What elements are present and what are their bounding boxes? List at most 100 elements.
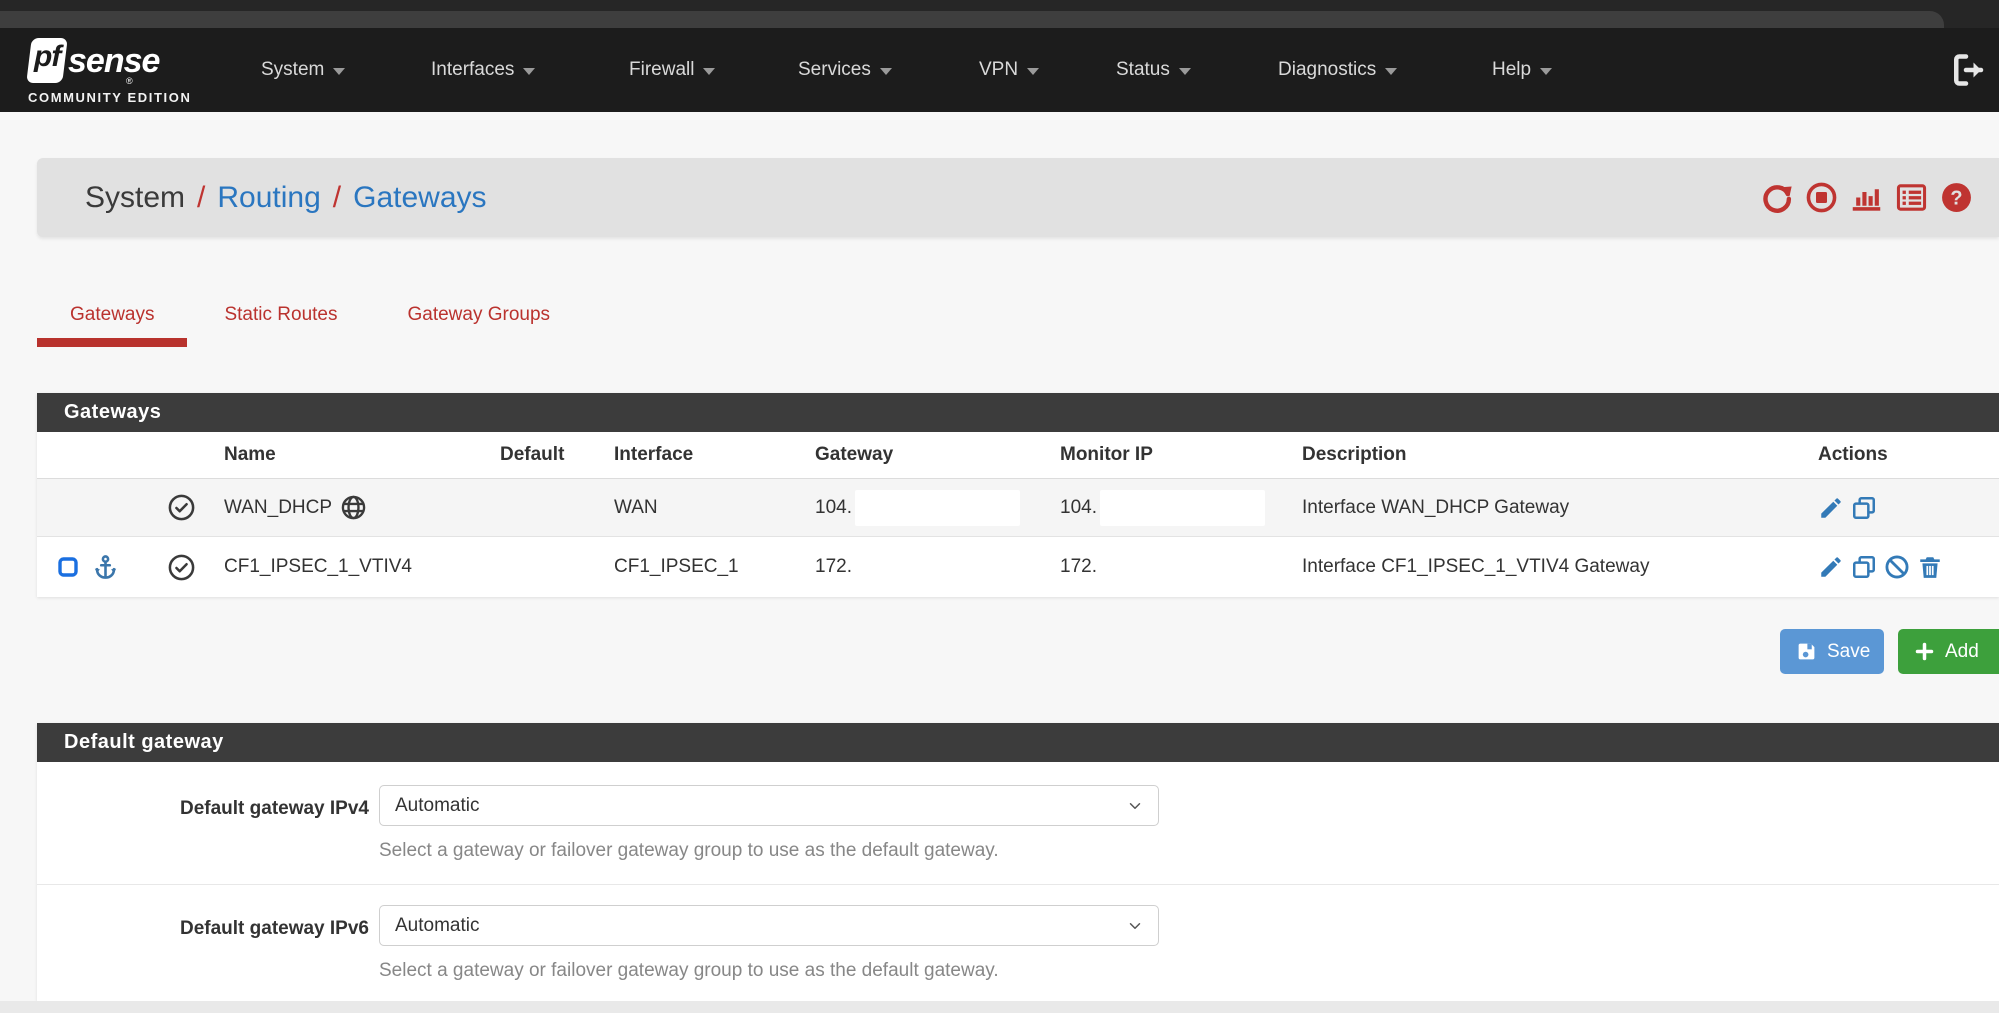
chevron-down-icon [880,68,892,75]
gateway-default [480,479,600,536]
pfsense-logo-reg: ® [126,76,133,86]
chevron-down-icon [1179,68,1191,75]
nav-menu-status[interactable]: Status [1116,28,1191,112]
nav-menu-status-label: Status [1116,59,1170,81]
redaction-box [855,490,1020,526]
breadcrumb: System / Routing / Gateways [85,158,487,237]
routing-tabs: Gateways Static Routes Gateway Groups [37,295,583,347]
save-button-label: Save [1827,641,1870,663]
select-checkbox-icon[interactable] [56,555,80,579]
nav-menu-interfaces-label: Interfaces [431,59,514,81]
window-chrome-strip [0,11,1944,28]
gateway-enabled-icon [167,553,196,582]
nav-menu-interfaces[interactable]: Interfaces [431,28,535,112]
stop-icon[interactable] [1805,181,1838,214]
gateways-panel-title: Gateways [37,393,1999,432]
gateway-address: 104. [815,497,852,519]
bottom-strip [0,1001,1999,1013]
disable-icon[interactable] [1884,554,1910,580]
col-default: Default [480,432,600,478]
default-gateway-ipv6-select[interactable]: Automatic [379,905,1159,946]
nav-menu-help-label: Help [1492,59,1531,81]
gateways-table-header: Name Default Interface Gateway Monitor I… [37,432,1999,479]
sign-out-icon[interactable] [1951,52,1987,88]
chevron-down-icon [703,68,715,75]
redaction-box [1100,490,1265,526]
table-buttons-row: Save Add [0,629,1999,674]
default-gateway-ipv6-label: Default gateway IPv6 [97,918,369,940]
delete-icon[interactable] [1917,554,1943,580]
save-button[interactable]: Save [1780,629,1884,674]
gateway-enabled-icon [167,493,196,522]
col-description: Description [1290,432,1790,478]
edit-icon[interactable] [1818,495,1844,521]
gateway-description: Interface WAN_DHCP Gateway [1290,479,1790,536]
tab-gateways[interactable]: Gateways [37,295,187,347]
chevron-down-icon [1540,68,1552,75]
nav-menu-help[interactable]: Help [1492,28,1552,112]
log-list-icon[interactable] [1895,181,1928,214]
tab-static-routes[interactable]: Static Routes [191,295,370,347]
pfsense-gateways-page: pf sense ® COMMUNITY EDITION System Inte… [0,0,1999,1013]
page-action-icons: ? [1760,158,1973,237]
copy-icon[interactable] [1851,495,1877,521]
gateway-address: 172. [815,556,852,578]
chevron-down-icon [1126,917,1144,935]
refresh-icon[interactable] [1760,181,1793,214]
help-icon[interactable]: ? [1940,181,1973,214]
chevron-down-icon [1027,68,1039,75]
add-button[interactable]: Add [1898,629,1999,674]
globe-icon [340,494,367,521]
nav-menu-firewall-label: Firewall [629,59,694,81]
chevron-down-icon [1126,797,1144,815]
breadcrumb-system: System [85,181,185,215]
window-chrome [0,0,1999,28]
table-row-cf1-ipsec: CF1_IPSEC_1_VTIV4 CF1_IPSEC_1 172. 172. … [37,537,1999,597]
default-gateway-panel-title: Default gateway [37,723,1999,762]
monitor-ip: 172. [1060,556,1097,578]
pfsense-logo-sense: sense [68,42,159,81]
nav-menu-services-label: Services [798,59,871,81]
status-chart-icon[interactable] [1850,181,1883,214]
breadcrumb-routing-link[interactable]: Routing [217,181,320,215]
default-gateway-ipv4-value: Automatic [395,795,479,817]
col-actions: Actions [1790,432,1999,478]
pfsense-logo[interactable]: pf sense ® COMMUNITY EDITION [28,32,168,108]
field-default-gateway-ipv6: Default gateway IPv6 Automatic Select a … [37,885,1999,995]
pfsense-logo-subtitle: COMMUNITY EDITION [28,90,191,105]
field-default-gateway-ipv4: Default gateway IPv4 Automatic Select a … [37,762,1999,885]
chevron-down-icon [1385,68,1397,75]
col-name: Name [212,432,480,478]
table-row-wan-dhcp: WAN_DHCP WAN 104. 104. Interface WAN_DHC… [37,479,1999,537]
tab-gateway-groups[interactable]: Gateway Groups [374,295,583,347]
add-button-label: Add [1945,641,1979,663]
gateway-name: CF1_IPSEC_1_VTIV4 [224,556,412,578]
col-gateway: Gateway [790,432,1020,478]
col-monitor-ip: Monitor IP [1020,432,1290,478]
gateway-description: Interface CF1_IPSEC_1_VTIV4 Gateway [1290,537,1790,597]
default-gateway-ipv6-value: Automatic [395,915,479,937]
breadcrumb-separator: / [197,181,205,215]
nav-menu-system-label: System [261,59,324,81]
nav-menu-diagnostics-label: Diagnostics [1278,59,1376,81]
nav-menu-diagnostics[interactable]: Diagnostics [1278,28,1397,112]
svg-text:?: ? [1950,188,1962,210]
copy-icon[interactable] [1851,554,1877,580]
nav-menu-vpn[interactable]: VPN [979,28,1039,112]
nav-menu-firewall[interactable]: Firewall [629,28,715,112]
chevron-down-icon [523,68,535,75]
breadcrumb-bar: System / Routing / Gateways [37,158,1999,237]
edit-icon[interactable] [1818,554,1844,580]
default-gateway-ipv4-select[interactable]: Automatic [379,785,1159,826]
breadcrumb-separator: / [333,181,341,215]
gateway-default [480,537,600,597]
breadcrumb-gateways-link[interactable]: Gateways [353,181,486,215]
top-navbar: pf sense ® COMMUNITY EDITION System Inte… [0,28,1999,112]
nav-menu-services[interactable]: Services [798,28,892,112]
default-gateway-ipv4-help: Select a gateway or failover gateway gro… [379,840,999,862]
nav-menu-system[interactable]: System [261,28,345,112]
col-interface: Interface [600,432,790,478]
gateway-name: WAN_DHCP [224,497,332,519]
pfsense-logo-pf: pf [34,40,60,74]
save-icon [1796,641,1817,662]
